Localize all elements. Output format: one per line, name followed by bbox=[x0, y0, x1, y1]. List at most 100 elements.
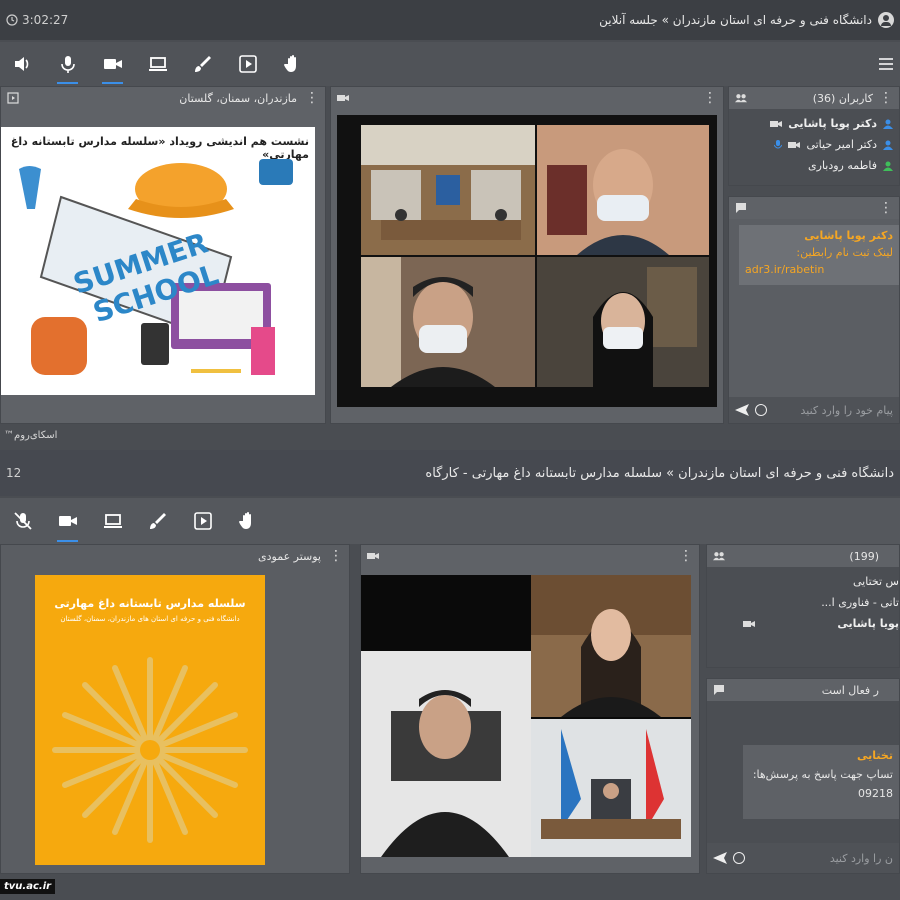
timer-text: 12 bbox=[6, 466, 22, 480]
camera-on-icon bbox=[743, 620, 755, 627]
chat-link[interactable]: adr3.ir/rabetin bbox=[745, 263, 893, 276]
camera-on-icon bbox=[788, 141, 801, 148]
screen-share-button[interactable] bbox=[135, 42, 180, 86]
user-row[interactable]: دکتر امیر حیاتی bbox=[729, 134, 899, 155]
video-tile-young-man bbox=[361, 257, 535, 387]
user-name: دکتر پویا پاشایی bbox=[788, 117, 877, 130]
chat-icon bbox=[714, 685, 724, 695]
top-toolbar bbox=[0, 42, 900, 86]
media-icon bbox=[238, 55, 257, 73]
video-panel-icon bbox=[367, 553, 379, 559]
top-room-title: دانشگاه فنی و حرفه ای استان مازندران » ج… bbox=[599, 12, 894, 28]
whiteboard-button[interactable] bbox=[135, 498, 180, 544]
video-body bbox=[331, 109, 723, 423]
pencil-flower-graphic bbox=[52, 657, 248, 843]
room-title-text: دانشگاه فنی و حرفه ای استان مازندران » ج… bbox=[599, 13, 872, 27]
camera-button[interactable] bbox=[90, 42, 135, 86]
screen-share-icon bbox=[103, 514, 122, 528]
presentation-body: نشست هم اندیشی رویداد «سلسله مدارس تابست… bbox=[1, 109, 325, 423]
bottom-header-bar: 12 دانشگاه فنی و حرفه ای استان مازندران … bbox=[0, 450, 900, 496]
hamburger-menu-button[interactable] bbox=[876, 54, 896, 74]
user-row[interactable]: فاطمه رودباری bbox=[729, 155, 899, 176]
top-timer: 3:02:27 bbox=[6, 13, 68, 27]
bottom-room-title: دانشگاه فنی و حرفه ای استان مازندران » س… bbox=[425, 466, 894, 481]
office-scene bbox=[531, 719, 691, 857]
raise-hand-icon bbox=[238, 512, 251, 529]
chat-input-bar: ن را وارد کنید bbox=[707, 843, 899, 873]
chat-input[interactable]: ن را وارد کنید bbox=[751, 852, 893, 865]
skyroom-branding: اسکای‌روم™ bbox=[4, 430, 58, 441]
user-name: فاطمه رودباری bbox=[808, 159, 877, 172]
chat-status-title: ر فعال است bbox=[821, 683, 879, 697]
send-icon[interactable] bbox=[713, 852, 727, 864]
mic-off-icon bbox=[13, 512, 32, 530]
video-grid bbox=[361, 575, 691, 857]
panel-options-icon[interactable]: ⋮ bbox=[329, 549, 343, 563]
bottom-video-panel: ⋮ bbox=[360, 544, 700, 874]
emoji-icon[interactable] bbox=[755, 404, 767, 416]
chat-input-bar: پیام خود را وارد کنید bbox=[729, 397, 899, 423]
user-row[interactable]: پویا پاشایی bbox=[707, 613, 899, 634]
video-panel-icon bbox=[337, 95, 349, 101]
chat-body: دکتر پویا پاشایی لینک ثبت نام رابطین: ad… bbox=[729, 219, 899, 423]
mic-on-icon bbox=[774, 139, 783, 148]
chat-sender: دکتر پویا پاشایی bbox=[804, 229, 893, 242]
speaker-icon bbox=[14, 57, 28, 71]
clock-icon bbox=[6, 14, 18, 26]
video-panel: ⋮ bbox=[330, 86, 724, 424]
presentation-slide: نشست هم اندیشی رویداد «سلسله مدارس تابست… bbox=[1, 127, 315, 395]
man-at-desk bbox=[361, 651, 531, 857]
user-account-icon[interactable] bbox=[878, 12, 894, 28]
man-with-mask bbox=[537, 125, 709, 255]
user-row[interactable]: تانی - فناوری ا... bbox=[707, 592, 899, 613]
poster-panel: ⋮ پوستر عمودی سلسله مدارس تابستانه داغ م… bbox=[0, 544, 350, 874]
mic-button[interactable] bbox=[45, 42, 90, 86]
raise-hand-button[interactable] bbox=[270, 42, 315, 86]
raise-hand-icon bbox=[283, 55, 296, 72]
video-options-icon[interactable]: ⋮ bbox=[703, 91, 717, 105]
camera-button[interactable] bbox=[45, 498, 90, 544]
chat-message: تختایی تساپ جهت پاسخ به پرسش‌ها: 09218 bbox=[743, 745, 899, 819]
chat-header: ⋮ bbox=[729, 197, 899, 219]
chat-options-icon[interactable]: ⋮ bbox=[879, 201, 893, 215]
raise-hand-button[interactable] bbox=[225, 498, 270, 544]
users-list: دکتر پویا پاشایی دکتر امیر حیاتی فاطمه ر… bbox=[729, 109, 899, 185]
video-tile-office bbox=[531, 719, 691, 857]
emoji-icon[interactable] bbox=[733, 852, 745, 864]
video-tile-man bbox=[361, 651, 531, 857]
screen-share-icon bbox=[148, 57, 167, 71]
speaker-button[interactable] bbox=[0, 42, 45, 86]
poster-title: پوستر عمودی bbox=[258, 549, 321, 563]
media-button[interactable] bbox=[180, 498, 225, 544]
video-body bbox=[361, 567, 699, 873]
user-row[interactable]: س تختایی bbox=[707, 571, 899, 592]
user-row[interactable]: دکتر پویا پاشایی bbox=[729, 113, 899, 134]
whiteboard-button[interactable] bbox=[180, 42, 225, 86]
menu-icon bbox=[879, 58, 893, 70]
users-options-icon[interactable]: ⋮ bbox=[879, 91, 893, 105]
users-header: (199) bbox=[707, 545, 899, 567]
user-name: پویا پاشایی bbox=[837, 617, 899, 630]
chat-body: تختایی تساپ جهت پاسخ به پرسش‌ها: 09218 ن… bbox=[707, 701, 899, 873]
users-count-title: (199) bbox=[849, 549, 879, 563]
chat-panel: ⋮ دکتر پویا پاشایی لینک ثبت نام رابطین: … bbox=[728, 196, 900, 424]
young-man-with-mask bbox=[361, 257, 535, 387]
mic-button[interactable] bbox=[0, 498, 45, 544]
panel-options-icon[interactable]: ⋮ bbox=[305, 91, 319, 105]
send-icon[interactable] bbox=[735, 404, 749, 416]
presentation-title: مازندران، سمنان، گلستان bbox=[179, 91, 297, 105]
video-tile-woman bbox=[537, 257, 709, 387]
camera-on-icon bbox=[770, 120, 783, 127]
presentation-icon bbox=[7, 92, 19, 104]
screen-share-button[interactable] bbox=[90, 498, 135, 544]
logo-text: tvu.ac.ir bbox=[4, 881, 52, 892]
chat-input[interactable]: پیام خود را وارد کنید bbox=[773, 404, 893, 417]
video-options-icon[interactable]: ⋮ bbox=[679, 549, 693, 563]
camera-icon bbox=[103, 59, 122, 69]
media-button[interactable] bbox=[225, 42, 270, 86]
video-header: ⋮ bbox=[331, 87, 723, 109]
video-tile-conference-room bbox=[361, 125, 535, 255]
woman-speaking bbox=[531, 575, 691, 717]
tvu-logo: tvu.ac.ir bbox=[0, 879, 56, 894]
presentation-panel: ⋮ مازندران، سمنان، گلستان نشست هم اندیشی… bbox=[0, 86, 326, 424]
